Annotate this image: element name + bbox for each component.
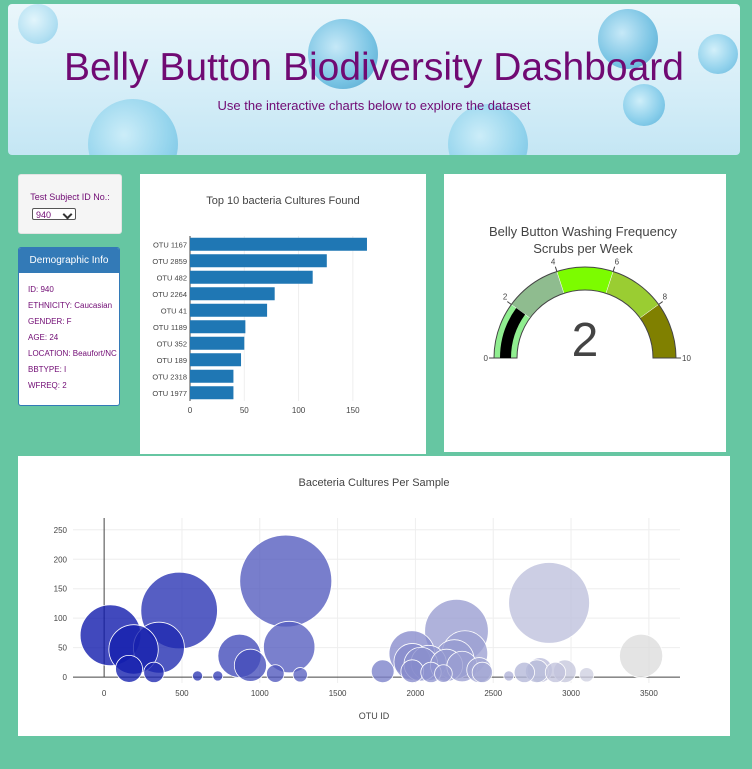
bubble-point	[239, 534, 333, 628]
bubble-point	[400, 659, 425, 684]
gauge-tick	[658, 301, 663, 305]
bubble-x-tick-label: 2500	[484, 689, 502, 698]
bubble-point	[263, 620, 316, 674]
bar-y-tick-label: OTU 1189	[153, 323, 187, 332]
bubble-y-tick-label: 50	[58, 644, 67, 653]
bubble-point	[544, 661, 567, 683]
bubble-point	[434, 664, 453, 683]
bar	[190, 303, 268, 317]
bar-y-tick-label: OTU 2264	[152, 290, 187, 299]
bar-y-tick-label: OTU 1167	[153, 240, 187, 249]
gauge-step	[556, 266, 614, 294]
bubble-chart-panel: Baceteria Cultures Per Sample OTU ID 0 50…	[18, 456, 730, 736]
bar	[190, 336, 245, 350]
bar-chart-panel: Top 10 bacteria Cultures Found 0 50 100 150…	[140, 174, 426, 454]
bar	[190, 386, 234, 400]
bubble-chart-title: Baceteria Cultures Per Sample	[298, 477, 449, 489]
gauge-tick	[507, 301, 512, 305]
bubble-point	[292, 667, 308, 683]
bubble-x-tick-label: 2000	[407, 689, 425, 698]
demographic-info-body: ID: 940 ETHNICITY: Caucasian GENDER: F A…	[19, 273, 119, 390]
bubble-point	[471, 661, 493, 683]
bar-y-tick-label: OTU 2318	[152, 372, 187, 381]
demographic-info-panel: Demographic Info ID: 940 ETHNICITY: Cauc…	[18, 247, 120, 406]
chevron-down-icon	[62, 209, 73, 220]
bubble-point	[513, 661, 535, 683]
bubble-x-tick-label: 3000	[562, 689, 580, 698]
bubble-point	[370, 659, 395, 684]
bar-y-tick-label: OTU 1977	[152, 389, 187, 398]
bar-y-tick-label: OTU 41	[161, 306, 187, 315]
bubble-point	[115, 654, 143, 683]
bubble-y-tick-label: 200	[54, 555, 68, 564]
gauge-tick-label: 8	[663, 293, 668, 302]
bubble-chart: Baceteria Cultures Per Sample OTU ID 0 50…	[54, 477, 680, 721]
bubble-x-tick-label: 1500	[329, 689, 347, 698]
gauge-tick-label: 6	[615, 258, 620, 267]
gauge-tick	[612, 266, 616, 272]
bubble-point	[233, 648, 267, 682]
gauge-chart-panel: Belly Button Washing Frequency Scrubs pe…	[444, 174, 726, 452]
gauge-tick	[554, 266, 558, 272]
bar	[190, 270, 313, 284]
bar-y-tick-label: OTU 189	[157, 356, 187, 365]
gauge-tick-label: 10	[682, 354, 691, 363]
demo-ethnicity: ETHNICITY: Caucasian	[28, 301, 113, 310]
demo-location: LOCATION: Beaufort/NC	[28, 349, 117, 358]
bar-y-tick-label: OTU 2859	[152, 257, 187, 266]
demo-age: AGE: 24	[28, 333, 59, 342]
gauge-title: Belly Button Washing Frequency	[489, 224, 678, 239]
bubble-x-tick-label: 500	[175, 689, 189, 698]
bar-x-tick-label: 100	[292, 406, 306, 415]
bubble-point	[508, 562, 590, 644]
bar-x-tick-label: 150	[346, 406, 360, 415]
bubble-point	[143, 661, 165, 683]
demo-bbtype: BBTYPE: I	[28, 365, 67, 374]
bar-chart: Top 10 bacteria Cultures Found 0 50 100 150…	[152, 195, 367, 415]
subject-id-dropdown[interactable]: 940	[32, 208, 76, 220]
bubble-x-axis-label: OTU ID	[359, 711, 390, 721]
gauge-chart: Belly Button Washing Frequency Scrubs pe…	[484, 224, 692, 367]
bubble-point	[266, 664, 285, 683]
demographic-info-heading: Demographic Info	[19, 248, 119, 273]
bubble-point	[503, 670, 515, 682]
bubble-y-tick-label: 0	[63, 673, 68, 682]
demo-id: ID: 940	[28, 285, 54, 294]
bar	[190, 353, 242, 367]
gauge-subtitle: Scrubs per Week	[533, 241, 633, 256]
bar	[190, 320, 246, 334]
bar	[190, 254, 327, 268]
page-subtitle: Use the interactive charts below to expl…	[217, 98, 531, 113]
bar	[190, 237, 367, 251]
subject-selector-well: Test Subject ID No.: 940	[18, 174, 122, 234]
bubble-y-tick-label: 250	[54, 526, 68, 535]
subject-selector-label: Test Subject ID No.:	[30, 192, 110, 202]
demo-wfreq: WFREQ: 2	[28, 381, 67, 390]
gauge-tick-label: 0	[484, 354, 489, 363]
bubble-x-tick-label: 0	[102, 689, 107, 698]
bubble-x-tick-label: 1000	[251, 689, 269, 698]
page-title: Belly Button Biodiversity Dashboard	[64, 46, 684, 89]
bar	[190, 369, 234, 383]
gauge-tick-label: 4	[551, 258, 556, 267]
bar-x-tick-label: 50	[240, 406, 249, 415]
bar-y-tick-label: OTU 352	[157, 339, 187, 348]
bar-chart-title: Top 10 bacteria Cultures Found	[206, 195, 359, 207]
bubble-point	[192, 670, 204, 682]
subject-id-value: 940	[36, 210, 52, 220]
bubble-y-tick-label: 150	[54, 585, 68, 594]
bubble-x-tick-label: 3500	[640, 689, 658, 698]
bubble-y-tick-label: 100	[54, 614, 68, 623]
header-jumbotron: Belly Button Biodiversity Dashboard Use …	[8, 4, 740, 155]
gauge-tick-label: 2	[503, 293, 508, 302]
bubble-point	[579, 667, 595, 683]
bar-y-tick-label: OTU 482	[157, 273, 187, 282]
bubble-point	[212, 670, 224, 682]
bar-x-tick-label: 0	[188, 406, 193, 415]
demo-gender: GENDER: F	[28, 317, 72, 326]
bubble-point	[619, 633, 664, 678]
gauge-value-label: 2	[572, 314, 599, 367]
bar	[190, 287, 275, 301]
virus-illustration	[18, 4, 58, 44]
